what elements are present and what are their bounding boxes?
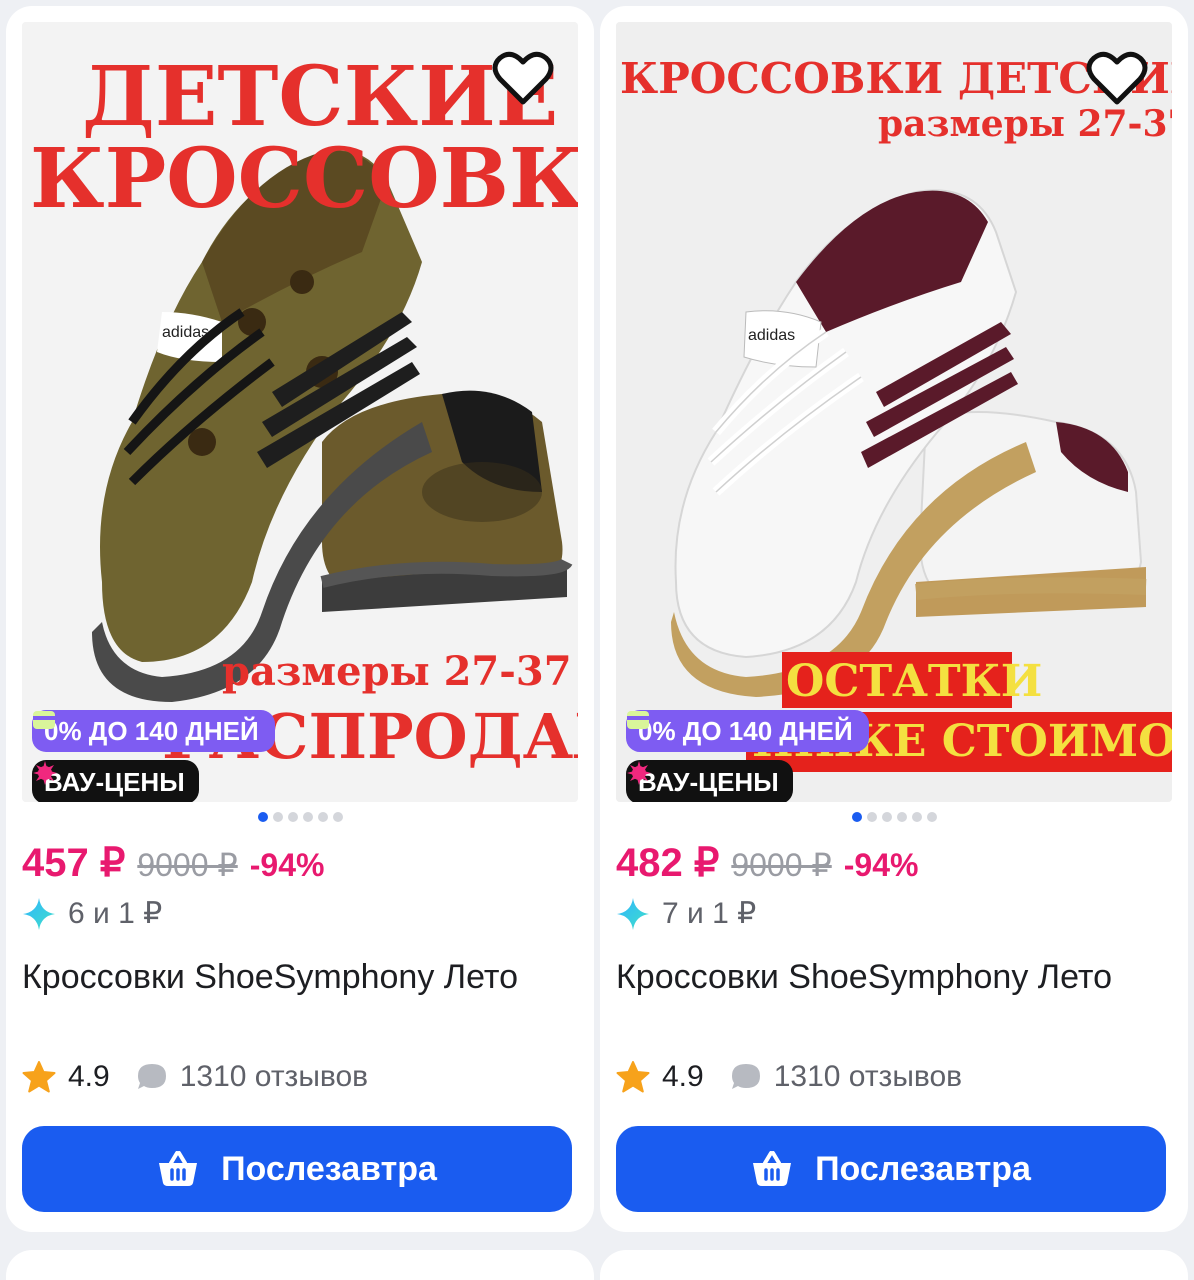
wow-price-badge-label: ВАУ-ЦЕНЫ <box>638 766 779 797</box>
diamond-icon <box>617 897 649 930</box>
heart-icon <box>492 51 554 105</box>
rating-row: 4.9 1310 отзывов <box>616 1060 962 1094</box>
split-payment-label: 7 и 1 ₽ <box>662 897 757 930</box>
price-row: 457 ₽ 9000 ₽ -94% <box>22 840 324 886</box>
card-icon <box>33 711 55 729</box>
split-payment: 6 и 1 ₽ <box>22 896 162 931</box>
pagination-dot <box>851 812 862 822</box>
product-photo[interactable]: adidas КРОССОВКИ ДЕТСКИЕ размеры 27-37 О… <box>616 22 1172 802</box>
discount-percent: -94% <box>249 847 325 883</box>
wow-price-badge: ВАУ-ЦЕНЫ <box>32 760 199 802</box>
promo-sizes: размеры 27-37 <box>222 648 572 695</box>
pagination-dot <box>287 812 298 822</box>
add-to-cart-button[interactable]: Послезавтра <box>616 1126 1166 1212</box>
image-pagination <box>600 812 1188 822</box>
pagination-dot <box>272 812 283 822</box>
wow-price-badge: ВАУ-ЦЕНЫ <box>626 760 793 802</box>
product-grid: adidas ДЕТСКИЕ КРОССОВКИ размеры 27-37 Р… <box>0 0 1194 1280</box>
add-to-cart-button[interactable]: Послезавтра <box>22 1126 572 1212</box>
add-to-cart-label: Послезавтра <box>221 1149 437 1188</box>
add-to-cart-label: Послезавтра <box>815 1149 1031 1188</box>
favorite-button[interactable] <box>492 50 558 112</box>
promo-line-2: КРОССОВКИ <box>30 131 578 227</box>
sparkle-icon <box>33 761 57 785</box>
diamond-icon <box>23 897 55 930</box>
installment-badge: 0% ДО 140 ДНЕЙ <box>32 710 275 752</box>
installment-badge: 0% ДО 140 ДНЕЙ <box>626 710 869 752</box>
favorite-button[interactable] <box>1086 50 1152 112</box>
rating-value: 4.9 <box>662 1060 704 1093</box>
split-payment-label: 6 и 1 ₽ <box>68 897 163 930</box>
star-icon <box>616 1061 650 1093</box>
card-icon <box>627 711 649 729</box>
product-title[interactable]: Кроссовки ShoeSymphony Лето <box>22 950 562 1004</box>
product-card[interactable]: adidas ДЕТСКИЕ КРОССОВКИ размеры 27-37 Р… <box>6 6 594 1232</box>
reviews-count[interactable]: 1310 отзывов <box>180 1060 368 1094</box>
installment-badge-label: 0% ДО 140 ДНЕЙ <box>638 715 853 746</box>
pagination-dot <box>926 812 937 822</box>
old-price: 9000 ₽ <box>137 847 238 883</box>
current-price: 457 ₽ <box>22 841 126 885</box>
image-pagination <box>6 812 594 822</box>
price-row: 482 ₽ 9000 ₽ -94% <box>616 840 918 886</box>
sparkle-icon <box>627 761 651 785</box>
installment-badge-label: 0% ДО 140 ДНЕЙ <box>44 715 259 746</box>
basket-icon <box>159 1151 198 1186</box>
rating-value: 4.9 <box>68 1060 110 1093</box>
pagination-dot <box>911 812 922 822</box>
product-photo[interactable]: adidas ДЕТСКИЕ КРОССОВКИ размеры 27-37 Р… <box>22 22 578 802</box>
product-card[interactable]: adidas КРОССОВКИ ДЕТСКИЕ размеры 27-37 О… <box>600 6 1188 1232</box>
pagination-dot <box>317 812 328 822</box>
product-title[interactable]: Кроссовки ShoeSymphony Лето <box>616 950 1156 1004</box>
chat-bubble-icon <box>731 1064 760 1089</box>
promo-line-1: ДЕТСКИЕ <box>82 49 559 145</box>
product-card-next[interactable] <box>600 1250 1188 1280</box>
product-card-next[interactable] <box>6 1250 594 1280</box>
split-payment: 7 и 1 ₽ <box>616 896 756 931</box>
current-price: 482 ₽ <box>616 841 720 885</box>
star-icon <box>22 1061 56 1093</box>
chat-bubble-icon <box>137 1064 166 1089</box>
promo-banner-1: ОСТАТКИ <box>786 656 1043 707</box>
pagination-dot <box>332 812 343 822</box>
svg-text:adidas: adidas <box>748 327 795 344</box>
rating-row: 4.9 1310 отзывов <box>22 1060 368 1094</box>
reviews-count[interactable]: 1310 отзывов <box>774 1060 962 1094</box>
pagination-dot <box>881 812 892 822</box>
basket-icon <box>753 1151 792 1186</box>
discount-percent: -94% <box>843 847 919 883</box>
pagination-dot <box>302 812 313 822</box>
pagination-dot <box>257 812 268 822</box>
heart-icon <box>1086 51 1148 105</box>
pagination-dot <box>896 812 907 822</box>
pagination-dot <box>866 812 877 822</box>
wow-price-badge-label: ВАУ-ЦЕНЫ <box>44 766 185 797</box>
old-price: 9000 ₽ <box>731 847 832 883</box>
